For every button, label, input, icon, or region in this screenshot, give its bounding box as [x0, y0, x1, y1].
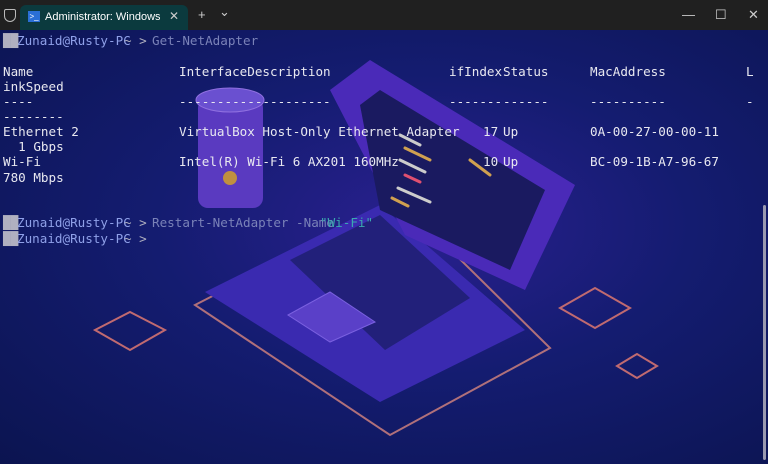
terminal-text: ------ — [503, 94, 549, 109]
terminal-text: ~ > — [124, 215, 147, 230]
terminal-text: 780 Mbps — [3, 170, 64, 185]
terminal-text: ---- — [3, 94, 34, 109]
terminal-text: Status — [503, 64, 549, 79]
table-row-wrap: 780 Mbps — [0, 170, 64, 185]
terminal-text: L — [746, 64, 754, 79]
table-dashes-wrap: -------- — [0, 109, 64, 124]
terminal-text: Name — [3, 64, 34, 79]
table-dashes: ---- -------------------- ------- ------… — [0, 94, 754, 109]
terminal-text: MacAddress — [590, 64, 666, 79]
powershell-icon: >_ — [28, 11, 40, 22]
terminal-text: Ethernet 2 — [3, 124, 79, 139]
terminal-text: Zunaid@Rusty-PC — [17, 231, 131, 246]
terminal-text: Intel(R) Wi-Fi 6 AX201 160MHz — [179, 154, 399, 169]
table-row-wrap: 1 Gbps — [0, 139, 64, 154]
terminal-text: ---------- — [590, 94, 666, 109]
terminal-area[interactable]: ██ Zunaid@Rusty-PC ~ > Get-NetAdapter Na… — [0, 30, 768, 464]
terminal-text: ~ > — [124, 33, 147, 48]
terminal-text: VirtualBox Host-Only Ethernet Adapter — [179, 124, 460, 139]
terminal-text: inkSpeed — [3, 79, 64, 94]
terminal-text: 0A-00-27-00-00-11 — [590, 124, 719, 139]
terminal-text: Up — [503, 124, 519, 139]
terminal-text: BC-09-1B-A7-96-67 — [590, 154, 719, 169]
terminal-text: Get-NetAdapter — [152, 33, 259, 48]
tab-powershell[interactable]: >_ Administrator: Windows PowerShell ✕ — [20, 5, 188, 30]
terminal-text: Wi-Fi — [3, 154, 41, 169]
terminal-text: 17 — [483, 124, 499, 139]
shield-icon — [4, 9, 16, 22]
terminal-text: -------- — [3, 109, 64, 124]
tab-dropdown-button[interactable]: ⌄ — [219, 4, 230, 20]
table-row: Ethernet 2 VirtualBox Host-Only Ethernet… — [0, 124, 719, 139]
terminal-text: ██ — [3, 231, 19, 246]
tab-title: Administrator: Windows PowerShell — [45, 11, 160, 23]
prompt-line-2: ██ Zunaid@Rusty-PC ~ > Restart-NetAdapte… — [0, 215, 373, 230]
terminal-text: Up — [503, 154, 519, 169]
terminal-text: ██ — [3, 33, 19, 48]
terminal-text: - — [746, 94, 754, 109]
tab-close-button[interactable]: ✕ — [169, 9, 179, 23]
terminal-text: ██ — [3, 215, 19, 230]
prompt-line-3: ██ Zunaid@Rusty-PC ~ > — [0, 231, 147, 246]
terminal-text: ~ > — [124, 231, 147, 246]
scrollbar[interactable] — [763, 205, 766, 460]
table-header: Name InterfaceDescription ifIndex Status… — [0, 64, 754, 79]
terminal-text: ------- — [449, 94, 503, 109]
table-header-wrap: inkSpeed — [0, 79, 64, 94]
terminal-text: Zunaid@Rusty-PC — [17, 33, 131, 48]
terminal-text: ifIndex — [449, 64, 503, 79]
terminal-text: Zunaid@Rusty-PC — [17, 215, 131, 230]
terminal-text: InterfaceDescription — [179, 64, 331, 79]
prompt-line-1: ██ Zunaid@Rusty-PC ~ > Get-NetAdapter — [0, 33, 258, 48]
maximize-button[interactable]: ☐ — [715, 7, 727, 23]
minimize-button[interactable]: — — [682, 7, 695, 22]
terminal-text: -------------------- — [179, 94, 331, 109]
close-button[interactable]: ✕ — [748, 7, 759, 23]
terminal-text: 1 Gbps — [3, 139, 64, 154]
terminal-text: 10 — [483, 154, 499, 169]
new-tab-button[interactable]: + — [198, 7, 206, 22]
terminal-text: Restart-NetAdapter -Name — [152, 215, 334, 230]
terminal-text: "Wi-Fi" — [320, 215, 374, 230]
title-bar: >_ Administrator: Windows PowerShell ✕ +… — [0, 0, 768, 30]
table-row: Wi-Fi Intel(R) Wi-Fi 6 AX201 160MHz 10 U… — [0, 154, 719, 169]
